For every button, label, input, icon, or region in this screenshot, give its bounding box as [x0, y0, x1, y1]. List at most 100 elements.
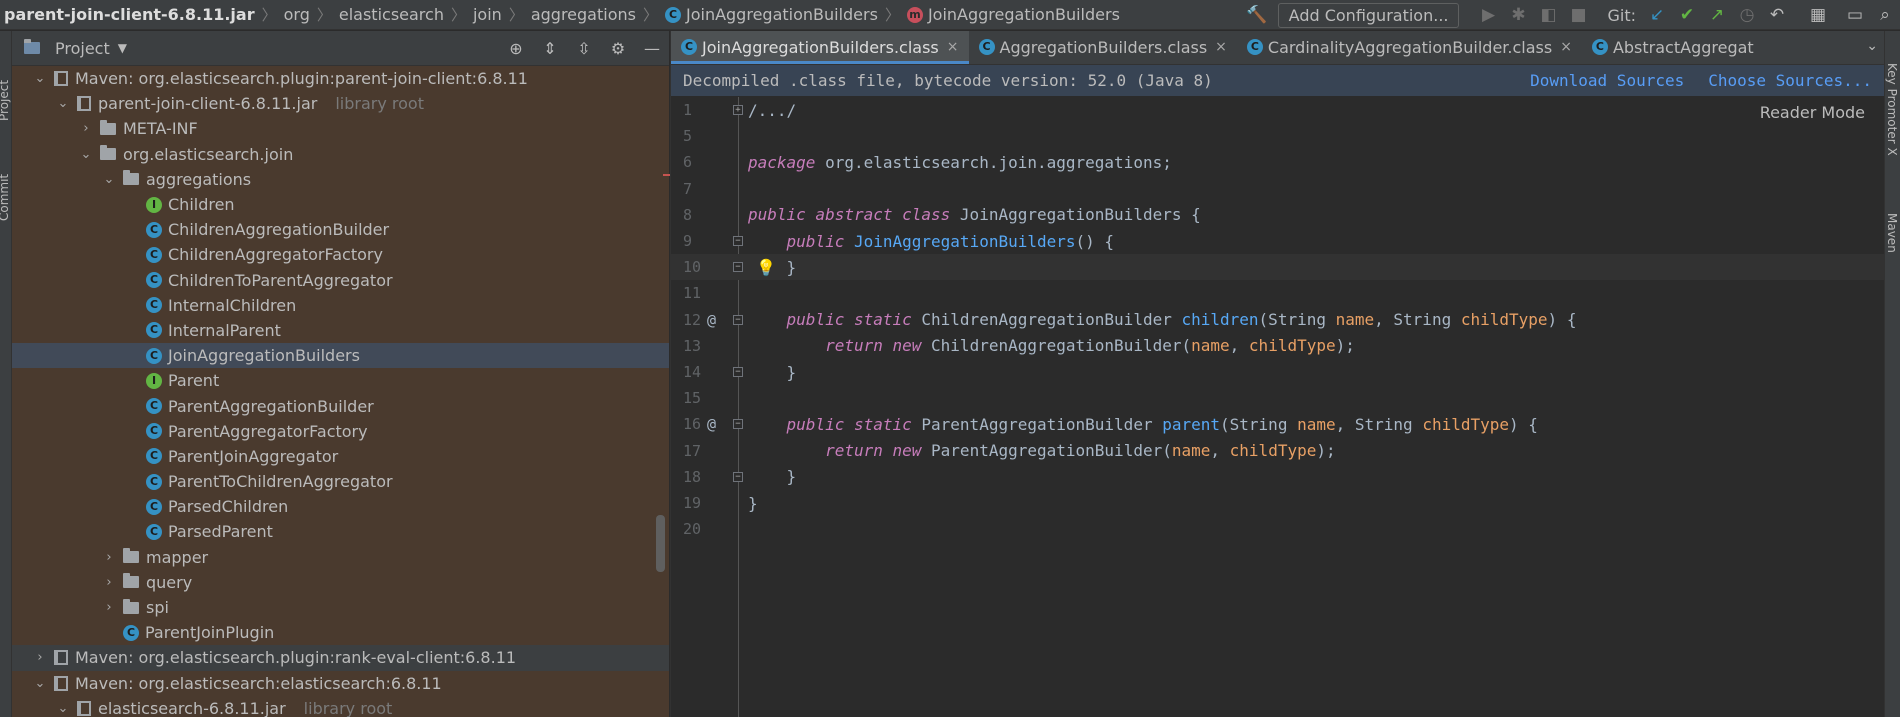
code-line[interactable]: 6 package org.elasticsearch.join.aggregat… — [671, 149, 1885, 175]
tree-item[interactable]: I Children — [12, 191, 669, 218]
close-icon[interactable]: × — [947, 39, 959, 55]
tree-item[interactable]: I Parent — [12, 368, 669, 394]
tree-item[interactable]: C ParsedChildren — [12, 494, 669, 520]
fold-icon[interactable]: − — [733, 236, 743, 246]
git-push-icon[interactable]: ↗ — [1705, 3, 1729, 27]
chevron-right-icon[interactable]: › — [101, 575, 117, 590]
key-promoter-x-tool-button[interactable]: Key Promoter X — [1885, 63, 1899, 156]
code-line[interactable]: 11 — [671, 280, 1885, 306]
chevron-right-icon[interactable]: › — [101, 600, 117, 615]
git-history-icon[interactable]: ◷ — [1735, 3, 1759, 27]
commit-tool-window-button[interactable]: Commit — [0, 174, 11, 221]
fold-icon[interactable]: + — [733, 105, 743, 115]
tree-item[interactable]: C ParentJoinAggregator — [12, 443, 669, 469]
breadcrumb-method[interactable]: m JoinAggregationBuilders — [906, 5, 1120, 24]
editor-tab[interactable]: C AggregationBuilders.class × — [969, 31, 1237, 64]
rollback-icon[interactable]: ↶ — [1765, 3, 1789, 27]
code-line[interactable]: 13 return new ChildrenAggregationBuilder… — [671, 333, 1885, 359]
tree-item[interactable]: C ChildrenAggregatorFactory — [12, 242, 669, 268]
stop-icon[interactable]: ■ — [1566, 3, 1590, 27]
code-line[interactable]: 15 — [671, 385, 1885, 411]
collapse-all-icon[interactable]: ⇳ — [573, 37, 595, 59]
tree-item[interactable]: C InternalChildren — [12, 292, 669, 318]
tree-item[interactable]: C ParentToChildrenAggregator — [12, 469, 669, 495]
tree-item[interactable]: › spi — [12, 594, 669, 621]
chevron-down-icon[interactable]: ▼ — [118, 41, 127, 55]
debug-icon[interactable]: ✱ — [1506, 3, 1530, 27]
download-sources-link[interactable]: Download Sources — [1530, 71, 1684, 90]
fold-icon[interactable]: − — [733, 262, 743, 273]
tree-item[interactable]: C ParentAggregatorFactory — [12, 418, 669, 444]
breadcrumb-jar[interactable]: parent-join-client-6.8.11.jar — [4, 5, 255, 24]
tree-item[interactable]: ⌄ parent-join-client-6.8.11.jar library ro… — [12, 91, 669, 117]
code-area[interactable]: Reader Mode 1 +/.../5 6 package org.elastic… — [671, 97, 1885, 717]
breadcrumb-aggregations[interactable]: aggregations — [531, 5, 636, 24]
chevron-down-icon[interactable]: ⌄ — [32, 676, 48, 691]
fold-icon[interactable]: − — [733, 419, 743, 430]
search-icon[interactable]: ⌕ — [1873, 3, 1897, 27]
code-line[interactable]: 5 — [671, 123, 1885, 149]
tree-item[interactable]: › META-INF — [12, 116, 669, 142]
project-structure-icon[interactable]: ▦ — [1806, 3, 1830, 27]
git-update-icon[interactable]: ↙ — [1645, 3, 1669, 27]
chevron-right-icon[interactable]: › — [101, 550, 117, 565]
editor-tab[interactable]: C CardinalityAggregationBuilder.class × — [1237, 31, 1582, 64]
tree-item[interactable]: C ChildrenAggregationBuilder — [12, 217, 669, 243]
chevron-down-icon[interactable]: ⌄ — [55, 96, 71, 111]
fold-icon[interactable]: − — [733, 471, 743, 482]
annotation-marker[interactable]: @ — [707, 415, 716, 433]
run-icon[interactable]: ▶ — [1476, 3, 1500, 27]
add-configuration-button[interactable]: Add Configuration... — [1277, 2, 1460, 28]
editor-tab[interactable]: C AbstractAggregat — [1582, 31, 1764, 64]
tree-item[interactable]: › query — [12, 569, 669, 595]
editor-tab[interactable]: C JoinAggregationBuilders.class × — [671, 31, 969, 64]
coverage-icon[interactable]: ◧ — [1536, 3, 1560, 27]
code-line[interactable]: 8 public abstract class JoinAggregationBu… — [671, 202, 1885, 228]
chevron-down-icon[interactable]: ⌄ — [78, 147, 94, 162]
close-icon[interactable]: × — [1560, 39, 1572, 55]
chevron-right-icon[interactable]: › — [78, 121, 94, 136]
code-line[interactable]: 9 − public JoinAggregationBuilders() { — [671, 228, 1885, 254]
breadcrumb-class[interactable]: C JoinAggregationBuilders — [664, 5, 878, 24]
tree-item[interactable]: C JoinAggregationBuilders — [12, 343, 669, 369]
tree-item[interactable]: C ChildrenToParentAggregator — [12, 267, 669, 293]
terminal-icon[interactable]: ▭ — [1843, 3, 1867, 27]
maven-tool-button[interactable]: Maven — [1885, 213, 1899, 253]
code-line[interactable]: 16 @ − public static ParentAggregationBuil… — [671, 411, 1885, 437]
chevron-down-icon[interactable]: ⌄ — [101, 172, 117, 187]
git-commit-icon[interactable]: ✔ — [1675, 3, 1699, 27]
close-icon[interactable]: × — [1215, 39, 1227, 55]
fold-icon[interactable]: − — [733, 367, 743, 377]
tree-item[interactable]: › mapper — [12, 544, 669, 570]
code-line[interactable]: 17 return new ParentAggregationBuilder(n… — [671, 438, 1885, 464]
code-line[interactable]: 14 − } — [671, 359, 1885, 385]
breadcrumb-join[interactable]: join — [473, 5, 502, 24]
choose-sources-link[interactable]: Choose Sources... — [1708, 71, 1872, 90]
build-hammer-icon[interactable]: 🔨 — [1245, 3, 1269, 27]
code-line[interactable]: 12 @ − public static ChildrenAggregationBu… — [671, 307, 1885, 333]
gear-icon[interactable]: ⚙ — [607, 37, 629, 59]
chevron-down-icon[interactable]: ⌄ — [55, 701, 71, 716]
fold-icon[interactable]: − — [733, 314, 743, 325]
code-line[interactable]: 20 — [671, 516, 1885, 542]
locate-icon[interactable]: ⊕ — [505, 37, 527, 59]
tree-item[interactable]: ⌄ aggregations — [12, 166, 669, 192]
code-line[interactable]: 18 − } — [671, 464, 1885, 490]
tree-item[interactable]: C ParentAggregationBuilder — [12, 393, 669, 419]
tree-item[interactable]: ⌄ elasticsearch-6.8.11.jar library root — [12, 695, 669, 717]
code-line[interactable]: 1 + /.../ — [671, 97, 1885, 123]
chevron-down-icon[interactable]: ⌄ — [1866, 38, 1878, 54]
project-view-selector[interactable]: Project — [55, 39, 110, 58]
tree-item[interactable]: C ParsedParent — [12, 519, 669, 545]
breadcrumb-elasticsearch[interactable]: elasticsearch — [339, 5, 444, 24]
chevron-down-icon[interactable]: ⌄ — [32, 71, 48, 86]
code-line[interactable]: 7 — [671, 176, 1885, 202]
minimize-icon[interactable]: — — [641, 37, 663, 59]
expand-all-icon[interactable]: ⇕ — [539, 37, 561, 59]
annotation-marker[interactable]: @ — [707, 311, 716, 329]
code-line[interactable]: 10− 💡 } — [671, 254, 1885, 281]
chevron-right-icon[interactable]: › — [32, 650, 48, 665]
tree-item[interactable]: ⌄ Maven: org.elasticsearch:elasticsearch:… — [12, 670, 669, 696]
code-line[interactable]: 19} — [671, 490, 1885, 516]
breadcrumb-org[interactable]: org — [284, 5, 310, 24]
